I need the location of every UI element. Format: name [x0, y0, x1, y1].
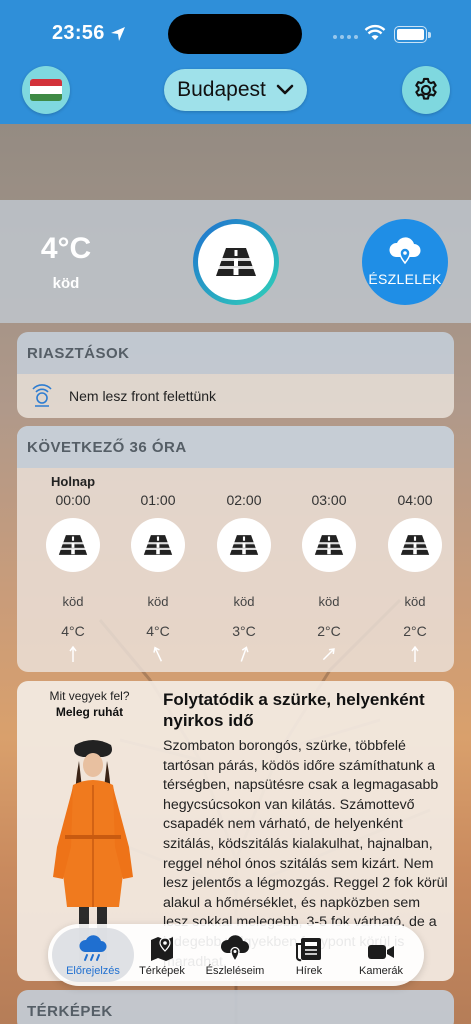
forecast-day-label: Holnap: [51, 474, 96, 489]
settings-button[interactable]: [402, 66, 450, 114]
current-weather-icon-button[interactable]: [193, 219, 279, 305]
forecast-hour-condition: köd: [318, 594, 340, 609]
status-bar: 23:56: [0, 0, 471, 62]
location-arrow-icon: [111, 27, 125, 41]
clothing-advice-answer: Meleg ruhát: [55, 705, 124, 719]
alerts-card: RIASZTÁSOK Nem lesz front felettünk: [17, 332, 454, 418]
current-temperature: 4°C: [40, 232, 92, 265]
wifi-icon: [364, 24, 386, 40]
location-cloud-icon: [220, 935, 249, 962]
tab-cameras[interactable]: Kamerák: [344, 932, 418, 977]
forecast-hour-condition: köd: [404, 594, 426, 609]
forecast-hour[interactable]: 00:00 köd 4°C: [43, 492, 103, 663]
hungarian-flag-icon: [30, 79, 62, 101]
forecast-hour-temperature: 3°C: [232, 623, 256, 639]
article-title: Folytatódik a szürke, helyenként nyirkos…: [163, 690, 425, 730]
fog-road-icon: [302, 518, 356, 572]
fog-road-icon: [46, 518, 100, 572]
forecast-hour-time: 03:00: [311, 492, 347, 508]
fog-road-icon: [388, 518, 442, 572]
city-name: Budapest: [177, 78, 266, 101]
wind-arrow-icon: [299, 645, 359, 663]
forecast-hour[interactable]: 02:00 köd 3°C: [214, 492, 274, 663]
forecast-hour-time: 00:00: [55, 492, 91, 508]
alert-message: Nem lesz front felettünk: [69, 388, 217, 404]
tab-maps[interactable]: Térképek: [125, 932, 199, 977]
map-icon: [151, 937, 173, 961]
bottom-tab-bar: Előrejelzés Térképek Észleléseim Hírek K…: [48, 924, 424, 986]
camera-icon: [368, 945, 394, 959]
fog-road-icon: [214, 248, 258, 276]
forecast-hour-temperature: 4°C: [61, 623, 85, 639]
forecast-hour-condition: köd: [62, 594, 84, 609]
forecast-title: KÖVETKEZŐ 36 ÓRA: [17, 426, 454, 468]
forecast-hour-time: 04:00: [397, 492, 433, 508]
report-label: ÉSZLELEK: [368, 271, 442, 287]
newspaper-icon: [296, 938, 321, 962]
tab-label: Előrejelzés: [66, 965, 120, 977]
tab-observations[interactable]: Észleléseim: [198, 932, 272, 977]
current-condition: köd: [52, 275, 80, 292]
wind-arrow-icon: [385, 645, 445, 663]
forecast-hour[interactable]: 03:00 köd 2°C: [299, 492, 359, 663]
maps-card[interactable]: TÉRKÉPEK: [17, 990, 454, 1024]
tab-label: Észleléseim: [205, 965, 265, 977]
forecast-hour-condition: köd: [147, 594, 169, 609]
cellular-signal-icon: [333, 35, 358, 39]
tab-forecast[interactable]: Előrejelzés: [56, 932, 130, 977]
forecast-hour-condition: köd: [233, 594, 255, 609]
report-observation-button[interactable]: ÉSZLELEK: [362, 219, 448, 305]
tab-news[interactable]: Hírek: [272, 932, 346, 977]
forecast-36h-card: KÖVETKEZŐ 36 ÓRA Holnap 00:00 köd 4°C 01:00…: [17, 426, 454, 672]
wind-arrow-icon: [43, 645, 103, 663]
tab-label: Térképek: [139, 965, 185, 977]
maps-title: TÉRKÉPEK: [17, 990, 454, 1024]
battery-icon: [394, 26, 431, 43]
forecast-hour-time: 02:00: [226, 492, 262, 508]
forecast-hour-temperature: 2°C: [317, 623, 341, 639]
fog-road-icon: [131, 518, 185, 572]
cloud-icon: [79, 935, 107, 961]
alerts-title: RIASZTÁSOK: [17, 332, 454, 374]
fog-road-icon: [217, 518, 271, 572]
chevron-down-icon: [276, 84, 294, 95]
wind-arrow-icon: [214, 645, 274, 663]
country-flag-button[interactable]: [22, 66, 70, 114]
forecast-hour-time: 01:00: [140, 492, 176, 508]
alert-item[interactable]: Nem lesz front felettünk: [17, 374, 454, 418]
location-cloud-icon: [389, 237, 421, 265]
city-selector-button[interactable]: Budapest: [164, 69, 307, 111]
tab-label: Hírek: [295, 965, 323, 977]
forecast-hour[interactable]: 04:00 köd 2°C: [385, 492, 445, 663]
clothing-advice-question: Mit vegyek fel?: [49, 689, 130, 703]
gear-icon: [415, 77, 437, 100]
wind-arrow-icon: [128, 645, 188, 663]
forecast-hour[interactable]: 01:00 köd 4°C: [128, 492, 188, 663]
forecast-hour-temperature: 4°C: [146, 623, 170, 639]
status-time: 23:56: [52, 22, 105, 44]
tab-label: Kamerák: [358, 965, 404, 977]
alert-signal-icon: [32, 384, 52, 407]
forecast-hour-temperature: 2°C: [403, 623, 427, 639]
dynamic-island: [168, 14, 302, 54]
